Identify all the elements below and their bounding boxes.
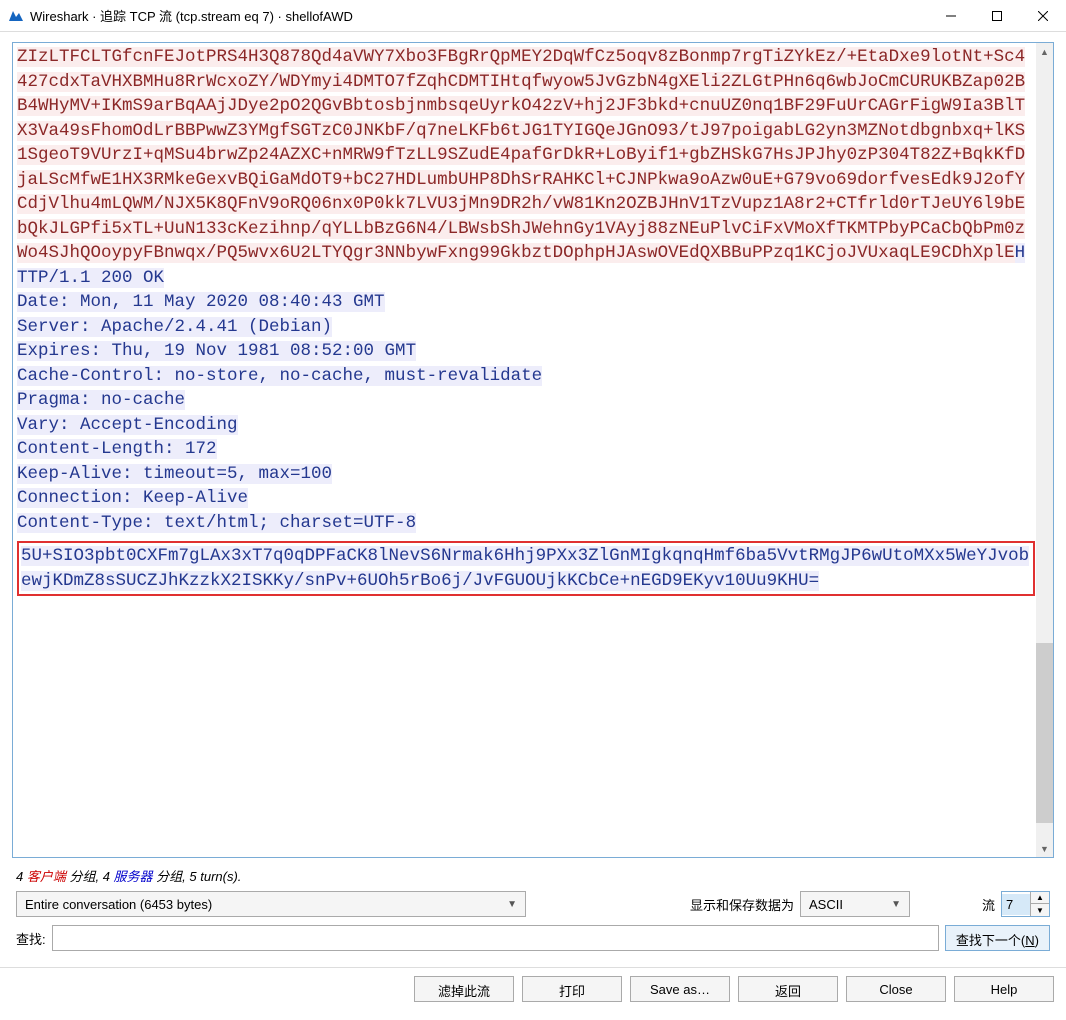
- back-button[interactable]: 返回: [738, 976, 838, 1002]
- wireshark-icon: [8, 8, 24, 24]
- request-payload: ZIzLTFCLTGfcnFEJotPRS4H3Q878Qd4aVWY7Xbo3…: [17, 47, 1025, 263]
- spin-down-button[interactable]: ▼: [1031, 904, 1049, 916]
- find-next-suffix: ): [1035, 933, 1039, 948]
- find-label: 查找:: [16, 929, 46, 948]
- save-as-button[interactable]: Save as…: [630, 976, 730, 1002]
- spin-up-button[interactable]: ▲: [1031, 892, 1049, 904]
- find-next-key: N: [1025, 933, 1034, 948]
- close-dialog-button[interactable]: Close: [846, 976, 946, 1002]
- stream-number-spinner[interactable]: ▲ ▼: [1001, 891, 1050, 917]
- encoding-dropdown[interactable]: ASCII ▼: [800, 891, 910, 917]
- stats-client-count: 4: [16, 869, 27, 884]
- encoding-dropdown-label: ASCII: [809, 897, 843, 912]
- stats-server-word: 服务器: [114, 869, 153, 884]
- stats-mid2: 分组,: [153, 869, 190, 884]
- find-next-prefix: 查找下一个(: [956, 933, 1025, 948]
- stats-turns: 5 turn(s).: [189, 869, 241, 884]
- chevron-down-icon: ▼: [507, 899, 517, 910]
- close-button[interactable]: [1020, 0, 1066, 32]
- scrollbar-thumb[interactable]: [1036, 643, 1053, 823]
- stream-label: 流: [982, 895, 995, 914]
- packet-stats: 4 客户端 分组, 4 服务器 分组, 5 turn(s).: [16, 866, 1050, 885]
- stream-text[interactable]: ZIzLTFCLTGfcnFEJotPRS4H3Q878Qd4aVWY7Xbo3…: [13, 43, 1053, 857]
- window-controls: [928, 0, 1066, 32]
- vertical-scrollbar[interactable]: ▲ ▼: [1036, 43, 1053, 857]
- highlighted-response-body: 5U+SIO3pbt0CXFm7gLAx3xT7q0qDPFaCK8lNevS6…: [17, 541, 1035, 596]
- print-button[interactable]: 打印: [522, 976, 622, 1002]
- minimize-button[interactable]: [928, 0, 974, 32]
- stream-content-area: ZIzLTFCLTGfcnFEJotPRS4H3Q878Qd4aVWY7Xbo3…: [12, 42, 1054, 858]
- stats-server-count: 4: [103, 869, 114, 884]
- dialog-button-bar: 滤掉此流 打印 Save as… 返回 Close Help: [0, 967, 1066, 1010]
- stats-mid1: 分组,: [66, 869, 103, 884]
- help-button[interactable]: Help: [954, 976, 1054, 1002]
- conversation-dropdown[interactable]: Entire conversation (6453 bytes) ▼: [16, 891, 526, 917]
- response-body-text: 5U+SIO3pbt0CXFm7gLAx3xT7q0qDPFaCK8lNevS6…: [21, 546, 1029, 591]
- filter-out-stream-button[interactable]: 滤掉此流: [414, 976, 514, 1002]
- scroll-up-button[interactable]: ▲: [1036, 43, 1053, 60]
- find-input[interactable]: [52, 925, 939, 951]
- stream-number-input[interactable]: [1002, 894, 1030, 915]
- titlebar: Wireshark · 追踪 TCP 流 (tcp.stream eq 7) ·…: [0, 0, 1066, 32]
- maximize-button[interactable]: [974, 0, 1020, 32]
- stats-client-word: 客户端: [27, 869, 66, 884]
- find-next-button[interactable]: 查找下一个(N): [945, 925, 1050, 951]
- window-title: Wireshark · 追踪 TCP 流 (tcp.stream eq 7) ·…: [30, 6, 928, 25]
- scroll-down-button[interactable]: ▼: [1036, 840, 1053, 857]
- response-headers: Date: Mon, 11 May 2020 08:40:43 GMT Serv…: [17, 292, 542, 533]
- save-as-label: 显示和保存数据为: [690, 895, 794, 914]
- conversation-dropdown-label: Entire conversation (6453 bytes): [25, 897, 212, 912]
- chevron-down-icon: ▼: [891, 899, 901, 910]
